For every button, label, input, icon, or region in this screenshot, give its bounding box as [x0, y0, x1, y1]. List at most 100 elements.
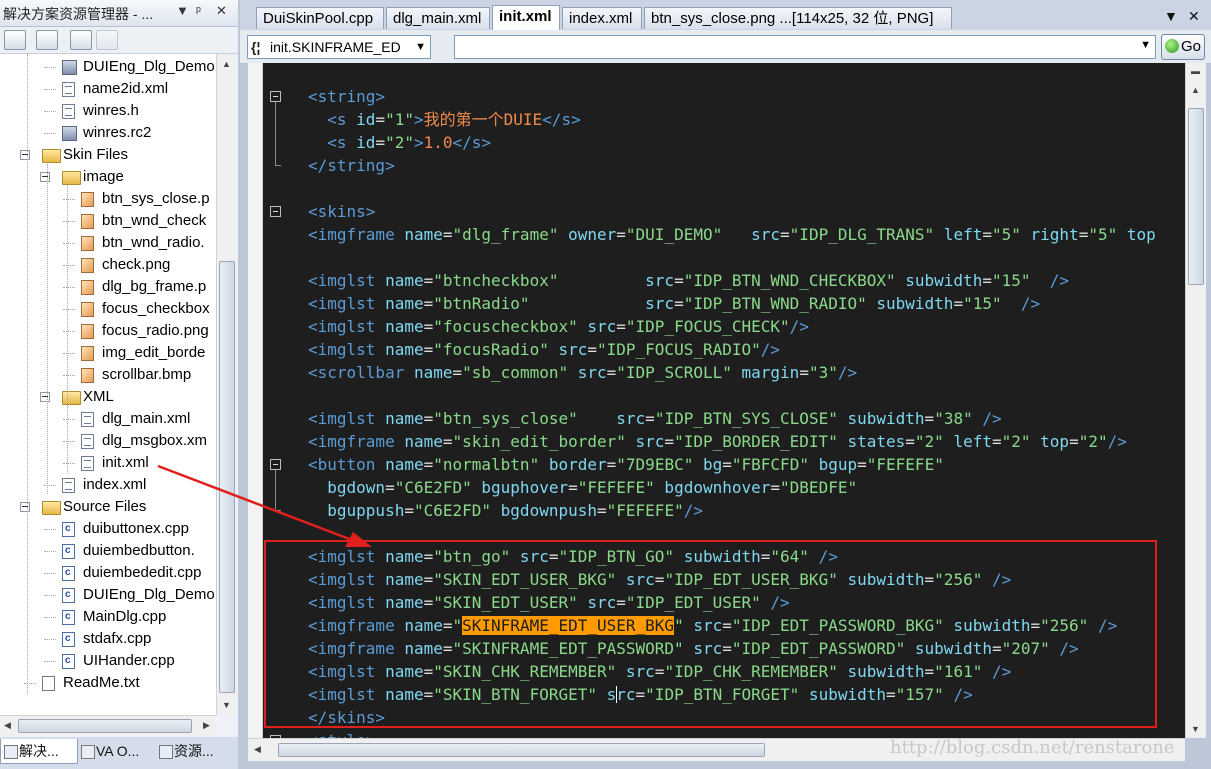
tree-item[interactable]: MainDlg.cpp	[0, 606, 216, 628]
collapse-toggle-icon[interactable]	[40, 392, 50, 402]
tab-duiskinpool-cpp[interactable]: DuiSkinPool.cpp	[256, 7, 384, 29]
class-view-icon[interactable]	[96, 30, 118, 50]
tree-item[interactable]: check.png	[0, 254, 216, 276]
code-line[interactable]: <imglst name="btnRadio" src="IDP_BTN_WND…	[308, 292, 1040, 315]
split-handle-icon[interactable]: ▬	[1191, 66, 1200, 76]
tab-init-xml[interactable]: init.xml	[492, 5, 560, 30]
auto-hide-pin-icon[interactable]: ᵖ	[196, 3, 201, 18]
tree-item[interactable]: winres.rc2	[0, 122, 216, 144]
tree-horizontal-scrollbar[interactable]: ◀ ▶	[0, 715, 216, 736]
tree-item[interactable]: img_edit_borde	[0, 342, 216, 364]
tree-item[interactable]: dlg_bg_frame.p	[0, 276, 216, 298]
code-line[interactable]: <scrollbar name="sb_common" src="IDP_SCR…	[308, 361, 857, 384]
folder-icon	[62, 391, 81, 405]
code-token: name	[404, 225, 443, 244]
code-token: "IDP_BORDER_EDIT"	[674, 432, 838, 451]
tab-index-xml[interactable]: index.xml	[562, 7, 642, 29]
scroll-down-icon[interactable]: ▼	[1191, 724, 1200, 734]
scope-combo[interactable]: {¦ init.SKINFRAME_ED ▼	[247, 35, 431, 59]
collapse-toggle-icon[interactable]	[20, 502, 30, 512]
chevron-down-icon[interactable]: ▼	[415, 36, 426, 58]
code-token: <imglst	[308, 317, 386, 336]
fold-toggle-icon[interactable]	[270, 206, 281, 217]
collapse-toggle-icon[interactable]	[40, 172, 50, 182]
tree-vertical-scrollbar[interactable]: ▲ ▼	[216, 54, 237, 715]
refresh-icon[interactable]	[36, 30, 58, 50]
scroll-left-icon[interactable]: ◀	[254, 744, 261, 755]
tree-item[interactable]: focus_checkbox	[0, 298, 216, 320]
tree-item[interactable]: Source Files	[0, 496, 216, 518]
active-files-dropdown-icon[interactable]: ▼	[1164, 8, 1178, 24]
tab-solution-explorer[interactable]: 解决...	[0, 739, 78, 764]
tree-item[interactable]: scrollbar.bmp	[0, 364, 216, 386]
code-line[interactable]: bguppush="C6E2FD" bgdownpush="FEFEFE"/>	[308, 499, 703, 522]
close-panel-icon[interactable]: ✕	[216, 3, 227, 19]
code-line[interactable]: <imgframe name="skin_edit_border" src="I…	[308, 430, 1127, 453]
tree-item[interactable]: name2id.xml	[0, 78, 216, 100]
tab-resource-view[interactable]: 资源...	[156, 739, 236, 763]
code-line[interactable]: <style>	[308, 729, 375, 738]
tree-item[interactable]: ReadMe.txt	[0, 672, 216, 694]
tree-item-label: init.xml	[102, 454, 149, 471]
file-icon	[81, 434, 94, 449]
code-line[interactable]: </string>	[308, 154, 395, 177]
tree-item[interactable]: Skin Files	[0, 144, 216, 166]
scroll-right-icon[interactable]: ▶	[203, 720, 210, 731]
code-line[interactable]: <s id="1">我的第一个DUIE</s>	[308, 108, 580, 131]
editor-horizontal-scroll-thumb[interactable]	[278, 743, 765, 757]
scroll-left-icon[interactable]: ◀	[4, 720, 11, 731]
tree-item[interactable]: duiembededit.cpp	[0, 562, 216, 584]
code-line[interactable]: <imgframe name="dlg_frame" owner="DUI_DE…	[308, 223, 1156, 246]
scroll-down-icon[interactable]: ▼	[222, 700, 231, 710]
tree-item[interactable]: duiembedbutton.	[0, 540, 216, 562]
tree-item[interactable]: stdafx.cpp	[0, 628, 216, 650]
tree-item[interactable]: dlg_main.xml	[0, 408, 216, 430]
code-line[interactable]: <string>	[308, 85, 385, 108]
go-button[interactable]: Go	[1161, 34, 1205, 60]
tree-item[interactable]: DUIEng_Dlg_Demo	[0, 56, 216, 78]
code-token: <style>	[308, 731, 375, 738]
scroll-up-icon[interactable]: ▲	[1191, 85, 1200, 95]
tree-item[interactable]: btn_wnd_check	[0, 210, 216, 232]
code-line[interactable]: <imglst name="btn_sys_close" src="IDP_BT…	[308, 407, 1002, 430]
tab-dlg-main-xml[interactable]: dlg_main.xml	[386, 7, 490, 29]
code-line[interactable]: <imglst name="btncheckbox" src="IDP_BTN_…	[308, 269, 1069, 292]
tree-item[interactable]: init.xml	[0, 452, 216, 474]
window-position-dropdown-icon[interactable]: ▼	[176, 3, 189, 18]
fold-toggle-icon[interactable]	[270, 91, 281, 102]
tree-item[interactable]: btn_sys_close.p	[0, 188, 216, 210]
tree-item[interactable]: winres.h	[0, 100, 216, 122]
code-line[interactable]: <button name="normalbtn" border="7D9EBC"…	[308, 453, 944, 476]
tree-item[interactable]: UIHander.cpp	[0, 650, 216, 672]
tree-vertical-scroll-thumb[interactable]	[219, 261, 235, 693]
tree-item[interactable]: image	[0, 166, 216, 188]
fold-toggle-icon[interactable]	[270, 459, 281, 470]
chevron-down-icon[interactable]: ▼	[1140, 39, 1151, 51]
tree-item[interactable]: dlg_msgbox.xm	[0, 430, 216, 452]
tree-item[interactable]: DUIEng_Dlg_Demo	[0, 584, 216, 606]
editor-vertical-scrollbar[interactable]: ▬ ▲ ▼	[1185, 63, 1206, 738]
tab-va-outline[interactable]: VA O...	[78, 739, 158, 763]
close-document-icon[interactable]: ✕	[1188, 8, 1200, 25]
show-all-files-icon[interactable]	[4, 30, 26, 50]
tree-horizontal-scroll-thumb[interactable]	[18, 719, 192, 733]
member-combo[interactable]: ▼	[454, 35, 1156, 59]
scroll-up-icon[interactable]: ▲	[222, 59, 231, 69]
editor-vertical-scroll-thumb[interactable]	[1188, 108, 1204, 285]
tree-item[interactable]: focus_radio.png	[0, 320, 216, 342]
tree-item[interactable]: btn_wnd_radio.	[0, 232, 216, 254]
code-token: =	[587, 340, 597, 359]
code-line[interactable]: <s id="2">1.0</s>	[308, 131, 491, 154]
tree-item-label: ReadMe.txt	[63, 674, 140, 691]
code-line[interactable]: bgdown="C6E2FD" bguphover="FEFEFE" bgdow…	[308, 476, 857, 499]
collapse-toggle-icon[interactable]	[20, 150, 30, 160]
tab-btn-sys-close-png[interactable]: btn_sys_close.png ...[114x25, 32 位, PNG]	[644, 7, 952, 29]
tree-item[interactable]: XML	[0, 386, 216, 408]
code-line[interactable]: <imglst name="focuscheckbox" src="IDP_FO…	[308, 315, 809, 338]
code-line[interactable]: <imglst name="focusRadio" src="IDP_FOCUS…	[308, 338, 780, 361]
solution-tree[interactable]: DUIEng_Dlg_Demo name2id.xml winres.h winres…	[0, 54, 216, 715]
tree-item[interactable]: index.xml	[0, 474, 216, 496]
code-line[interactable]: <skins>	[308, 200, 375, 223]
tree-item[interactable]: duibuttonex.cpp	[0, 518, 216, 540]
properties-icon[interactable]	[70, 30, 92, 50]
